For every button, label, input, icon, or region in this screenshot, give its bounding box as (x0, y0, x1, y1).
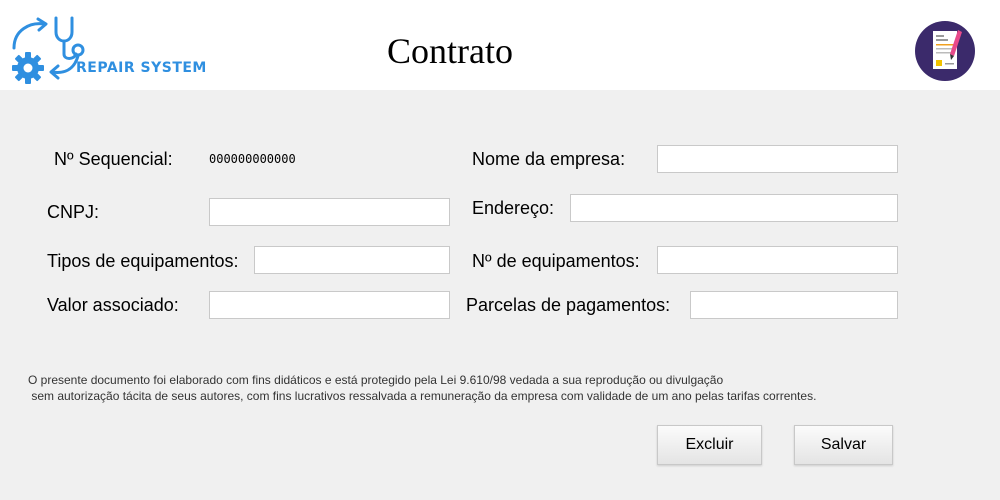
valor-associado-input[interactable] (209, 291, 450, 319)
parcelas-label: Parcelas de pagamentos: (466, 295, 671, 315)
cnpj-label: CNPJ: (47, 202, 100, 222)
delete-button[interactable]: Excluir (657, 425, 762, 465)
header: REPAIR SYSTEM Contrato (0, 0, 1000, 90)
valor-associado-label: Valor associado: (47, 295, 179, 315)
nome-empresa-input[interactable] (657, 145, 898, 173)
num-equipamentos-label: Nº de equipamentos: (472, 251, 640, 271)
cnpj-input[interactable] (209, 198, 450, 226)
legal-notice-line-1: O presente documento foi elaborado com f… (28, 373, 724, 387)
tipos-equipamentos-input[interactable] (254, 246, 450, 274)
sequencial-label: Nº Sequencial: (54, 149, 173, 169)
page-title: Contrato (387, 31, 513, 71)
endereco-label: Endereço: (472, 198, 555, 218)
endereco-input[interactable] (570, 194, 898, 222)
num-equipamentos-input[interactable] (657, 246, 898, 274)
save-button[interactable]: Salvar (794, 425, 893, 465)
sequencial-value: 000000000000 (209, 152, 296, 166)
legal-notice: O presente documento foi elaborado com f… (28, 372, 968, 404)
contract-document-icon (914, 20, 976, 82)
nome-empresa-label: Nome da empresa: (472, 149, 626, 169)
parcelas-input[interactable] (690, 291, 898, 319)
legal-notice-line-2: sem autorização tácita de seus autores, … (28, 389, 817, 403)
logo-text: REPAIR SYSTEM (76, 60, 207, 76)
tipos-equipamentos-label: Tipos de equipamentos: (47, 251, 239, 271)
